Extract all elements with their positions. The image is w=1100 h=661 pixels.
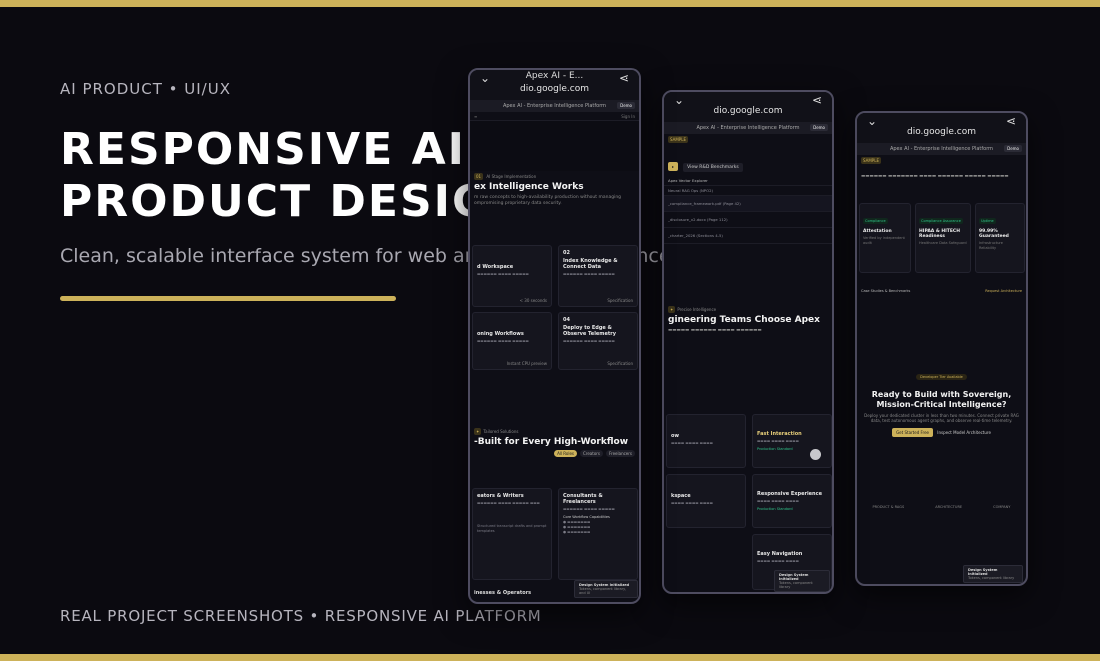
browser-top-bar: ⌄ Apex AI - E... ⋖ dio.google.com xyxy=(470,70,639,100)
case-studies-link[interactable]: Case Studies & Benchmarks xyxy=(861,289,910,293)
explorer-label: Apex Vector Explorer xyxy=(664,176,832,186)
cursor-indicator xyxy=(810,449,821,460)
explorer-row-3[interactable]: _disclosure_v2.docx (Page 112) xyxy=(664,212,832,228)
phone-mockup-2: ⌄ ⋖ dio.google.com Apex AI - Enterprise … xyxy=(662,90,834,594)
role-card-creators[interactable]: eators & Writers ▬▬▬▬▬▬ ▬▬▬▬ ▬▬▬▬▬ ▬▬▬ S… xyxy=(472,488,552,580)
eyebrow-label: AI PRODUCT • UI/UX xyxy=(60,80,231,98)
stat-card-2[interactable]: Compliance Assurance HIPAA & HITECH Read… xyxy=(915,203,971,273)
browser-url[interactable]: dio.google.com xyxy=(470,84,639,94)
role-card-consultants[interactable]: Consultants & Freelancers ▬▬▬▬▬▬ ▬▬▬▬ ▬▬… xyxy=(558,488,638,580)
demo-button[interactable]: Demo xyxy=(810,124,828,131)
stat-card-3[interactable]: Uptime 99.99% Guaranteed Infrastructure … xyxy=(975,203,1025,273)
cta-description: Deploy your dedicated cluster in less th… xyxy=(864,413,1019,423)
share-icon[interactable]: ⋖ xyxy=(812,93,822,107)
stat-card-1[interactable]: Compliance Attestation Verified by indep… xyxy=(859,203,911,273)
step-card-1[interactable]: d Workspace ▬▬▬▬▬▬ ▬▬▬▬ ▬▬▬▬▬ < 30 secon… xyxy=(472,245,552,307)
hero-title-line2: PRODUCT DESIGN xyxy=(60,176,529,227)
section-heading: gineering Teams Choose Apex xyxy=(668,315,820,325)
step-card-3[interactable]: oning Workflows ▬▬▬▬▬▬ ▬▬▬▬ ▬▬▬▬▬ Instan… xyxy=(472,312,552,370)
feature-card-4[interactable]: Responsive Experience ▬▬▬▬ ▬▬▬▬ ▬▬▬▬ Pro… xyxy=(752,474,832,528)
site-nav: Apex AI - Enterprise Intelligence Platfo… xyxy=(470,100,639,112)
section-desc: m raw concepts to high-availability prod… xyxy=(474,195,622,206)
toast-notification[interactable]: Design System Initialized Tokens, compon… xyxy=(574,580,638,598)
step-card-2[interactable]: 02 Index Knowledge & Connect Data ▬▬▬▬▬▬… xyxy=(558,245,638,307)
inspect-architecture-button[interactable]: Inspect Model Architecture xyxy=(937,430,991,435)
step-card-4[interactable]: 04 Deploy to Edge & Observe Telemetry ▬▬… xyxy=(558,312,638,370)
demo-button[interactable]: Demo xyxy=(1004,145,1022,152)
site-nav: Apex AI - Enterprise Intelligence Platfo… xyxy=(857,143,1026,155)
chevron-down-icon[interactable]: ⌄ xyxy=(480,71,490,85)
explorer-row-2[interactable]: _compliance_framework.pdf (Page 42) xyxy=(664,196,832,212)
section-heading: ex Intelligence Works xyxy=(474,182,584,192)
feature-card-2[interactable]: Fast Interaction ▬▬▬▬ ▬▬▬▬ ▬▬▬▬ Producti… xyxy=(752,414,832,468)
section-label: 01 AI Stage Implementation xyxy=(474,173,537,180)
section-bottom-label: inesses & Operators xyxy=(474,590,532,596)
section-tag: ✦ Precise Intelligence xyxy=(668,306,717,313)
explorer-row-4[interactable]: _charter_2026 (Sections 4-5) xyxy=(664,228,832,244)
pill-all-roles[interactable]: All Roles xyxy=(554,450,577,457)
get-started-button[interactable]: Get Started Free xyxy=(892,428,934,437)
hero-title-line1: RESPONSIVE AI xyxy=(60,124,467,175)
bottom-accent-bar xyxy=(0,654,1100,661)
share-icon[interactable]: ⋖ xyxy=(619,71,629,85)
chevron-down-icon[interactable]: ⌄ xyxy=(867,114,877,128)
benchmarks-button[interactable]: View R&D Benchmarks xyxy=(683,163,743,172)
cta-heading: Ready to Build with Sovereign, Mission-C… xyxy=(871,390,1012,409)
share-icon[interactable]: ⋖ xyxy=(1006,114,1016,128)
role-filter: All Roles Creators Freelancers xyxy=(470,450,639,457)
hero-title: RESPONSIVE AI PRODUCT DESIGN xyxy=(60,124,529,228)
top-accent-bar xyxy=(0,0,1100,7)
cta-section: Developer Tier Available Ready to Build … xyxy=(857,363,1026,437)
toast-notification[interactable]: Design System Initialized Tokens, compon… xyxy=(963,565,1023,583)
pill-freelancers[interactable]: Freelancers xyxy=(606,450,635,457)
site-nav: Apex AI - Enterprise Intelligence Platfo… xyxy=(664,122,832,134)
pill-creators[interactable]: Creators xyxy=(580,450,604,457)
site-title: Apex AI - Enterprise Intelligence Platfo… xyxy=(502,103,607,109)
phone-mockup-1: ⌄ Apex AI - E... ⋖ dio.google.com Apex A… xyxy=(468,68,641,604)
demo-button[interactable]: Demo xyxy=(617,102,635,109)
cta-tag: Developer Tier Available xyxy=(916,374,967,380)
solutions-section: ✦ Tailored Solutions -Built for Every Hig… xyxy=(470,426,639,457)
toast-notification[interactable]: Design System Initialized Tokens, compon… xyxy=(774,570,830,592)
footer-columns: PRODUCT & RAGS ARCHITECTURE COMPANY xyxy=(872,505,1011,509)
primary-button[interactable]: ▸ xyxy=(668,162,679,171)
sign-in-link[interactable]: Sign In xyxy=(621,114,635,119)
browser-url[interactable]: dio.google.com xyxy=(857,127,1026,137)
feature-card-3[interactable]: kspace ▬▬▬▬ ▬▬▬▬ ▬▬▬▬ xyxy=(666,474,746,528)
browser-url[interactable]: dio.google.com xyxy=(664,106,832,116)
browser-tab-title: Apex AI - E... xyxy=(525,71,584,81)
explorer-row-1[interactable]: Neural RAG Ops (NPO2) xyxy=(664,186,832,196)
accent-divider xyxy=(60,296,396,301)
sub-nav: ≡ Sign In xyxy=(470,112,639,121)
menu-icon[interactable]: ≡ xyxy=(474,114,477,119)
feature-card-1[interactable]: ow ▬▬▬▬ ▬▬▬▬ ▬▬▬▬ xyxy=(666,414,746,468)
chevron-down-icon[interactable]: ⌄ xyxy=(674,93,684,107)
request-architecture-link[interactable]: Request Architecture xyxy=(985,289,1022,293)
section-label: SAMPLE xyxy=(668,136,688,143)
phone-mockup-3: ⌄ ⋖ dio.google.com Apex AI - Enterprise … xyxy=(855,111,1028,586)
hero-band xyxy=(470,121,639,171)
solutions-heading: -Built for Every High-Workflow xyxy=(474,437,629,447)
footer-caption: REAL PROJECT SCREENSHOTS • RESPONSIVE AI… xyxy=(60,607,542,625)
